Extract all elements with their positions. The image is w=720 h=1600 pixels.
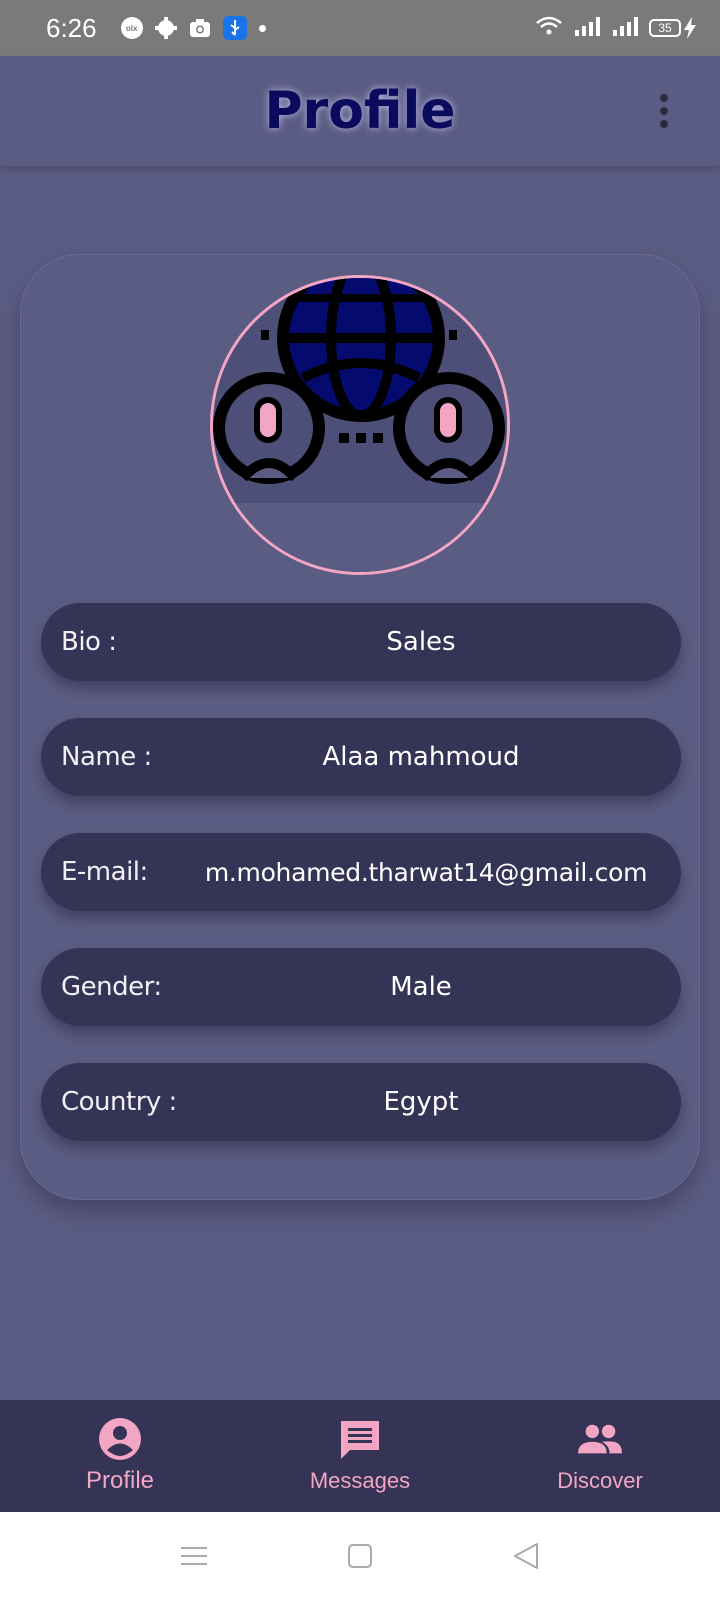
avatar[interactable]	[210, 275, 510, 575]
nav-item-profile[interactable]: Profile	[0, 1400, 240, 1512]
country-value: Egypt	[383, 1087, 459, 1117]
camera-icon	[189, 17, 211, 39]
nav-item-discover[interactable]: Discover	[480, 1400, 720, 1512]
nav-label-profile: Profile	[85, 1467, 155, 1494]
people-icon	[578, 1418, 622, 1462]
battery-icon: 35	[649, 17, 696, 39]
bio-value: Sales	[386, 627, 456, 657]
usb-icon	[222, 16, 247, 40]
country-field: Country : Egypt	[41, 1063, 681, 1141]
email-label: E-mail:	[61, 857, 148, 887]
email-field: E-mail: m.mohamed.tharwat14@gmail.com	[41, 833, 681, 911]
gender-field: Gender: Male	[41, 948, 681, 1026]
status-time: 6:26	[46, 12, 97, 43]
home-icon[interactable]	[342, 1538, 378, 1574]
nav-item-messages[interactable]: Messages	[240, 1400, 480, 1512]
bio-label: Bio :	[61, 627, 117, 657]
name-field: Name : Alaa mahmoud	[41, 718, 681, 796]
page-title: Profile	[264, 81, 456, 141]
menu-icon[interactable]	[176, 1538, 212, 1574]
olx-app-icon: olx	[120, 17, 143, 39]
notification-dot	[258, 24, 266, 32]
back-icon[interactable]	[508, 1538, 544, 1574]
charging-icon	[684, 17, 696, 39]
status-icons-right: 35	[535, 16, 696, 40]
nav-label-messages: Messages	[309, 1468, 411, 1493]
wifi-icon	[535, 16, 563, 40]
country-label: Country :	[61, 1087, 177, 1117]
name-value: Alaa mahmoud	[322, 742, 520, 772]
email-value: m.mohamed.tharwat14@gmail.com	[204, 857, 648, 887]
battery-level: 35	[649, 19, 681, 37]
account-circle-icon	[98, 1417, 142, 1461]
profile-card: Bio : Sales Name : Alaa mahmoud E-mail: …	[20, 254, 700, 1200]
signal-icon	[573, 16, 601, 40]
name-label: Name :	[61, 742, 152, 772]
nav-label-discover: Discover	[557, 1468, 643, 1493]
bio-field: Bio : Sales	[41, 603, 681, 681]
app-bar: Profile	[0, 56, 720, 166]
message-icon	[338, 1418, 382, 1462]
more-vertical-icon[interactable]	[656, 94, 672, 128]
bottom-nav: Profile Messages Discover	[0, 1400, 720, 1512]
system-nav-bar	[0, 1512, 720, 1600]
settings-icon	[154, 17, 177, 39]
gender-value: Male	[390, 972, 452, 1002]
status-icons-left: olx	[120, 16, 266, 40]
signal-icon	[611, 16, 639, 40]
status-bar: 6:26 olx 35	[0, 0, 720, 56]
gender-label: Gender:	[61, 972, 162, 1002]
